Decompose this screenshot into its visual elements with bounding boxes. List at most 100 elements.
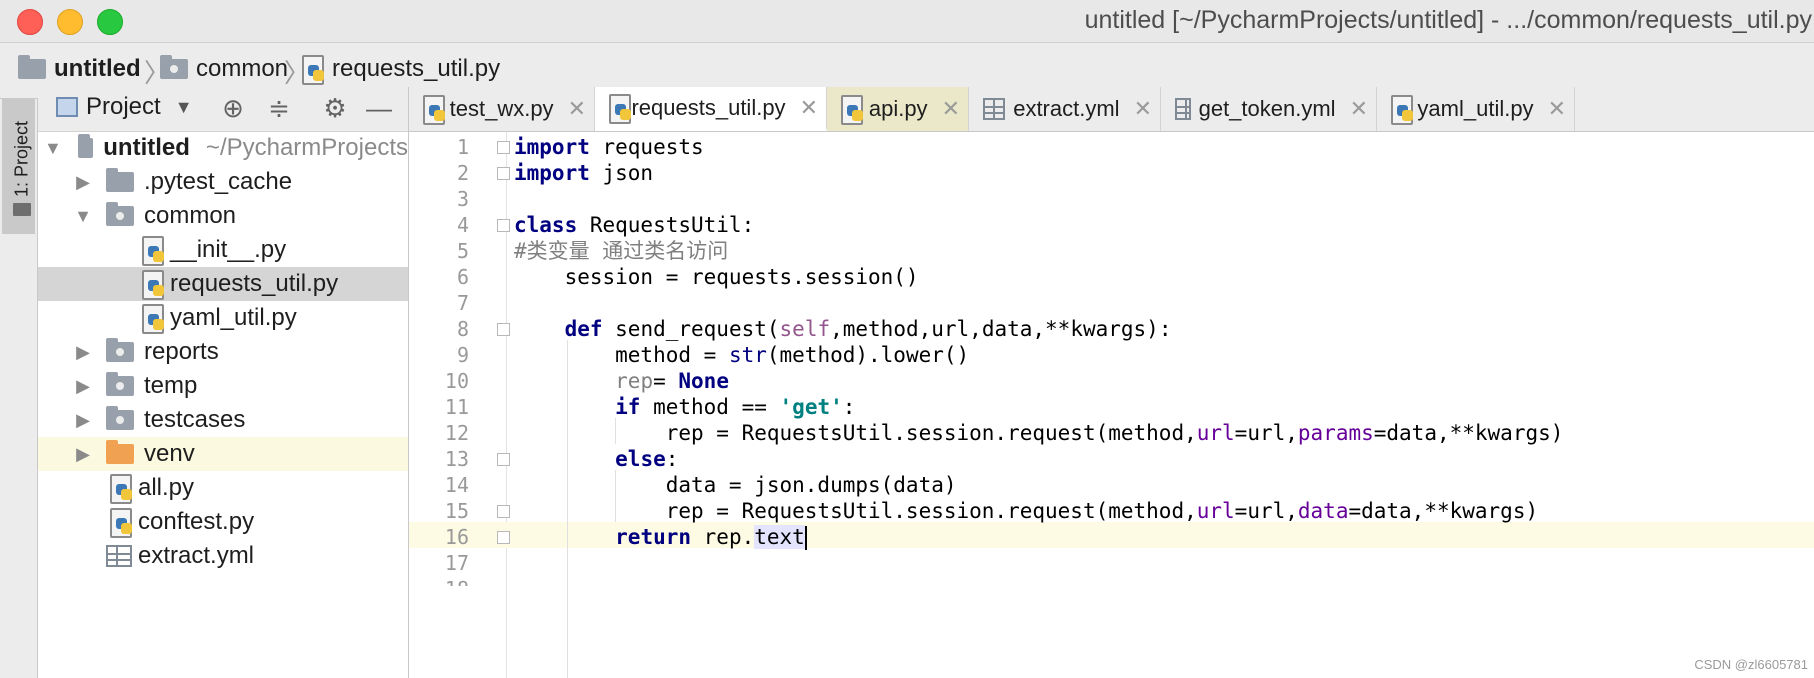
package-folder-icon [106, 202, 134, 226]
folder-icon [77, 134, 94, 158]
tab-api[interactable]: api.py ✕ [827, 87, 969, 131]
breadcrumb-item-common[interactable]: common [160, 55, 288, 83]
tab-test-wx[interactable]: test_wx.py ✕ [409, 87, 595, 131]
package-folder-icon [160, 55, 188, 79]
line-number: 6 [456, 265, 469, 289]
chevron-right-icon: ▶ [76, 341, 90, 362]
chevron-right-icon: ▶ [76, 409, 90, 430]
line-number: 2 [456, 161, 469, 185]
code-line-9: method = str(method).lower() [514, 343, 970, 367]
locate-target-icon[interactable]: ⊕ [218, 93, 248, 123]
chevron-right-icon: ▶ [76, 443, 90, 464]
chevron-right-icon: ▶ [76, 171, 90, 192]
code-line-8: def send_request(self,method,url,data,**… [564, 317, 1172, 341]
collapse-all-icon[interactable]: ≑ [264, 93, 294, 123]
tree-item-temp[interactable]: ▶ temp [38, 369, 408, 403]
close-icon[interactable]: ✕ [942, 96, 960, 122]
folder-icon [13, 203, 31, 216]
tab-get-token-yml[interactable]: get_token.yml ✕ [1161, 87, 1377, 131]
tab-yaml-util[interactable]: yaml_util.py ✕ [1377, 87, 1575, 131]
project-icon [56, 97, 78, 117]
tree-item-pytest-cache[interactable]: ▶ .pytest_cache [38, 165, 408, 199]
close-icon[interactable]: ✕ [1134, 96, 1152, 122]
tree-item-untitled[interactable]: ▼ untitled ~/PycharmProjects [38, 131, 408, 165]
code-line-2: import json [514, 161, 654, 185]
tree-item-testcases[interactable]: ▶ testcases [38, 403, 408, 437]
close-icon[interactable]: ✕ [800, 95, 818, 121]
tree-item-reports[interactable]: ▶ reports [38, 335, 408, 369]
line-number: 4 [456, 213, 469, 237]
code-line-14: data = json.dumps(data) [514, 473, 957, 497]
tree-item-all[interactable]: all.py [38, 471, 408, 505]
folder-icon [18, 55, 46, 79]
chevron-down-icon: ▼ [74, 205, 92, 226]
project-panel-header: Project ▼ ⊕ ≑ ⚙ — [38, 87, 408, 132]
breadcrumb-item-untitled[interactable]: untitled [18, 55, 141, 83]
python-file-icon [423, 95, 445, 125]
python-file-icon [142, 236, 164, 266]
tree-item-conftest[interactable]: conftest.py [38, 505, 408, 539]
code-line-16: return rep.text [615, 525, 807, 550]
window-title: untitled [~/PycharmProjects/untitled] - … [1084, 6, 1812, 34]
folder-icon [106, 168, 134, 192]
code-line-4: class RequestsUtil: [514, 213, 755, 237]
gear-icon[interactable]: ⚙ [320, 93, 350, 123]
tab-requests-util[interactable]: requests_util.py ✕ [595, 87, 827, 131]
line-number: 8 [456, 317, 469, 341]
line-number: 9 [456, 343, 469, 367]
fold-marker-icon[interactable] [497, 323, 510, 336]
close-icon[interactable]: ✕ [1548, 96, 1566, 122]
watermark: CSDN @zl6605781 [1694, 657, 1808, 672]
fold-marker-icon[interactable] [497, 167, 510, 180]
tree-item-common[interactable]: ▼ common [38, 199, 408, 233]
python-file-icon [110, 474, 132, 504]
python-file-icon [841, 95, 863, 125]
breadcrumb-item-requests-util[interactable]: requests_util.py [302, 55, 500, 85]
hide-panel-icon[interactable]: — [364, 93, 394, 123]
line-number: 1 [456, 135, 469, 159]
line-number: 16 [444, 525, 469, 549]
fold-marker-icon[interactable] [497, 505, 510, 518]
tree-item-requests-util[interactable]: requests_util.py [38, 267, 408, 301]
close-icon[interactable]: ✕ [1350, 96, 1368, 122]
fold-marker-icon[interactable] [497, 219, 510, 232]
chevron-down-icon: ▼ [174, 96, 193, 117]
project-panel: Project ▼ ⊕ ≑ ⚙ — ▼ untitled ~/PycharmPr… [38, 87, 409, 678]
code-line-1: import requests [514, 135, 704, 159]
zoom-window-button[interactable] [97, 9, 123, 35]
chevron-down-icon: ▼ [44, 137, 62, 158]
package-folder-icon [106, 372, 134, 396]
fold-marker-icon[interactable] [497, 141, 510, 154]
line-number: 12 [444, 421, 469, 445]
yaml-file-icon [983, 98, 1006, 120]
chevron-right-icon: ▶ [76, 375, 90, 396]
fold-marker-icon[interactable] [497, 453, 510, 466]
fold-marker-icon[interactable] [497, 531, 510, 544]
tree-item-extract-yml[interactable]: extract.yml [38, 539, 408, 573]
package-folder-icon [106, 406, 134, 430]
text-cursor [804, 526, 807, 550]
tree-item-init[interactable]: __init__.py [38, 233, 408, 267]
python-file-icon [609, 93, 631, 124]
yaml-file-icon [106, 545, 132, 567]
line-number: 10 [444, 369, 469, 393]
python-file-icon [302, 55, 324, 85]
line-number: 3 [456, 187, 469, 211]
line-number: 18 [409, 576, 469, 586]
python-file-icon [110, 508, 132, 538]
line-number: 11 [444, 395, 469, 419]
tree-item-venv[interactable]: ▶ venv [38, 437, 408, 471]
python-file-icon [142, 304, 164, 334]
close-icon[interactable]: ✕ [568, 96, 586, 122]
project-view-selector[interactable]: Project ▼ [56, 93, 193, 121]
python-file-icon [142, 270, 164, 300]
project-tool-tab-label: 1: Project [11, 120, 32, 198]
project-tool-tab[interactable]: 1: Project [2, 99, 35, 234]
tab-extract-yml[interactable]: extract.yml ✕ [969, 87, 1161, 131]
package-folder-icon [106, 338, 134, 362]
tree-item-yaml-util[interactable]: yaml_util.py [38, 301, 408, 335]
close-window-button[interactable] [17, 9, 43, 35]
code-line-13: else: [615, 447, 679, 471]
minimize-window-button[interactable] [57, 9, 83, 35]
code-line-5: #类变量 通过类名访问 [514, 239, 729, 263]
